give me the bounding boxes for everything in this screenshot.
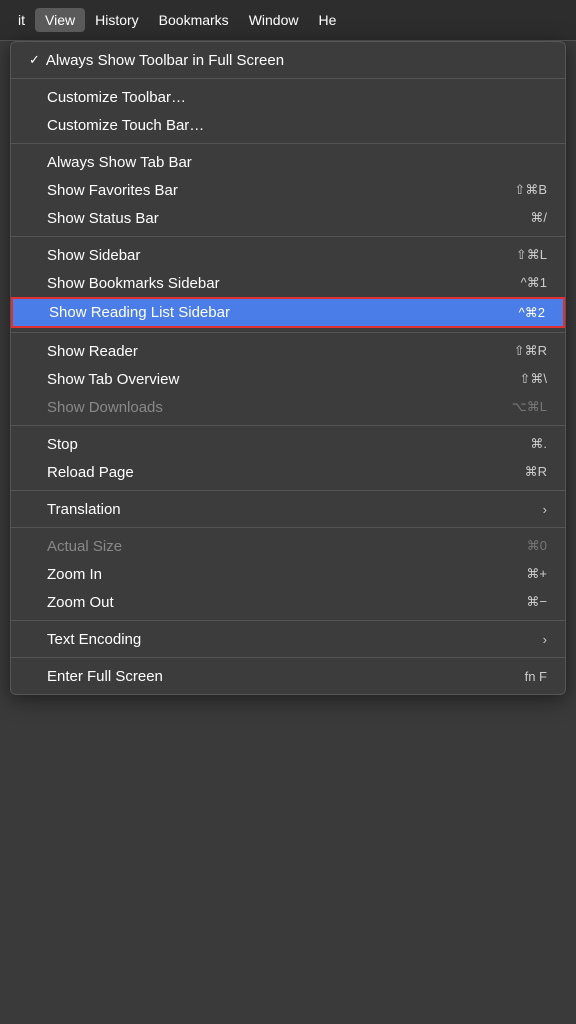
- menu-item-stop[interactable]: Stop ⌘.: [11, 430, 565, 458]
- menu-item-translation[interactable]: Translation ›: [11, 495, 565, 523]
- menu-item-show-sidebar-label: Show Sidebar: [29, 247, 486, 264]
- menu-item-show-status-bar-label: Show Status Bar: [29, 210, 500, 227]
- menu-item-show-bookmarks-sidebar-shortcut: ^⌘1: [521, 275, 547, 291]
- menu-item-show-sidebar-shortcut: ⇧⌘L: [516, 247, 547, 263]
- separator-5: [11, 425, 565, 426]
- menu-item-show-tab-overview[interactable]: Show Tab Overview ⇧⌘\: [11, 365, 565, 393]
- menu-bar-item-history[interactable]: History: [85, 8, 149, 32]
- menu-item-show-favorites-bar-shortcut: ⇧⌘B: [514, 182, 547, 198]
- menu-item-show-sidebar[interactable]: Show Sidebar ⇧⌘L: [11, 241, 565, 269]
- menu-item-show-reading-list-sidebar[interactable]: Show Reading List Sidebar ^⌘2: [11, 297, 565, 328]
- menu-item-show-downloads-shortcut: ⌥⌘L: [512, 399, 547, 415]
- menu-item-show-downloads-label: Show Downloads: [29, 399, 482, 416]
- menu-item-show-bookmarks-sidebar[interactable]: Show Bookmarks Sidebar ^⌘1: [11, 269, 565, 297]
- separator-6: [11, 490, 565, 491]
- text-encoding-submenu-arrow-icon: ›: [543, 632, 547, 647]
- separator-2: [11, 143, 565, 144]
- menu-bar-item-help[interactable]: He: [308, 8, 346, 32]
- menu-item-stop-label: Stop: [29, 436, 500, 453]
- separator-7: [11, 527, 565, 528]
- translation-submenu-arrow-icon: ›: [543, 502, 547, 517]
- menu-item-reload-page-shortcut: ⌘R: [525, 464, 547, 480]
- menu-item-customize-toolbar-label: Customize Toolbar…: [29, 89, 547, 106]
- menu-item-customize-touch-bar-label: Customize Touch Bar…: [29, 117, 547, 134]
- menu-item-show-status-bar[interactable]: Show Status Bar ⌘/: [11, 204, 565, 232]
- menu-bar-item-view[interactable]: View: [35, 8, 85, 32]
- menu-item-zoom-in[interactable]: Zoom In ⌘+: [11, 560, 565, 588]
- menu-item-zoom-out-label: Zoom Out: [29, 594, 496, 611]
- menu-item-reload-page[interactable]: Reload Page ⌘R: [11, 458, 565, 486]
- menu-item-translation-label: Translation: [29, 501, 533, 518]
- menu-item-show-favorites-bar-label: Show Favorites Bar: [29, 182, 484, 199]
- menu-item-show-bookmarks-sidebar-label: Show Bookmarks Sidebar: [29, 275, 491, 292]
- menu-item-text-encoding[interactable]: Text Encoding ›: [11, 625, 565, 653]
- separator-1: [11, 78, 565, 79]
- menu-item-always-show-tab-bar-label: Always Show Tab Bar: [29, 154, 547, 171]
- menu-item-zoom-in-shortcut: ⌘+: [526, 566, 547, 582]
- separator-9: [11, 657, 565, 658]
- menu-item-enter-full-screen[interactable]: Enter Full Screen fn F: [11, 662, 565, 690]
- menu-item-always-show-tab-bar[interactable]: Always Show Tab Bar: [11, 148, 565, 176]
- menu-item-show-reader-shortcut: ⇧⌘R: [514, 343, 547, 359]
- menu-item-show-reading-list-sidebar-shortcut: ^⌘2: [519, 305, 545, 321]
- menu-item-reload-page-label: Reload Page: [29, 464, 495, 481]
- menu-item-show-favorites-bar[interactable]: Show Favorites Bar ⇧⌘B: [11, 176, 565, 204]
- menu-item-actual-size-label: Actual Size: [29, 538, 497, 555]
- menu-item-customize-toolbar[interactable]: Customize Toolbar…: [11, 83, 565, 111]
- menu-item-always-show-toolbar[interactable]: Always Show Toolbar in Full Screen: [11, 46, 565, 74]
- separator-4: [11, 332, 565, 333]
- view-menu: Always Show Toolbar in Full Screen Custo…: [10, 41, 566, 695]
- menu-item-enter-full-screen-label: Enter Full Screen: [29, 668, 495, 685]
- menu-item-stop-shortcut: ⌘.: [530, 436, 547, 452]
- menu-bar-item-apple[interactable]: it: [8, 8, 35, 32]
- menu-item-actual-size-shortcut: ⌘0: [527, 538, 547, 554]
- menu-item-show-reader-label: Show Reader: [29, 343, 484, 360]
- menu-bar-item-window[interactable]: Window: [239, 8, 309, 32]
- menu-item-zoom-out-shortcut: ⌘−: [526, 594, 547, 610]
- menu-item-show-status-bar-shortcut: ⌘/: [530, 210, 547, 226]
- separator-8: [11, 620, 565, 621]
- menu-item-always-show-toolbar-label: Always Show Toolbar in Full Screen: [29, 52, 547, 69]
- menu-item-enter-full-screen-shortcut: fn F: [525, 669, 547, 684]
- menu-item-show-reader[interactable]: Show Reader ⇧⌘R: [11, 337, 565, 365]
- menu-item-show-tab-overview-label: Show Tab Overview: [29, 371, 489, 388]
- menu-item-zoom-in-label: Zoom In: [29, 566, 496, 583]
- menu-item-show-tab-overview-shortcut: ⇧⌘\: [519, 371, 547, 387]
- menu-item-show-downloads: Show Downloads ⌥⌘L: [11, 393, 565, 421]
- menu-item-text-encoding-label: Text Encoding: [29, 631, 533, 648]
- menu-item-actual-size: Actual Size ⌘0: [11, 532, 565, 560]
- menu-item-show-reading-list-sidebar-label: Show Reading List Sidebar: [31, 304, 489, 321]
- menu-item-customize-touch-bar[interactable]: Customize Touch Bar…: [11, 111, 565, 139]
- separator-3: [11, 236, 565, 237]
- menu-item-zoom-out[interactable]: Zoom Out ⌘−: [11, 588, 565, 616]
- menu-bar: it View History Bookmarks Window He: [0, 0, 576, 41]
- menu-bar-item-bookmarks[interactable]: Bookmarks: [149, 8, 239, 32]
